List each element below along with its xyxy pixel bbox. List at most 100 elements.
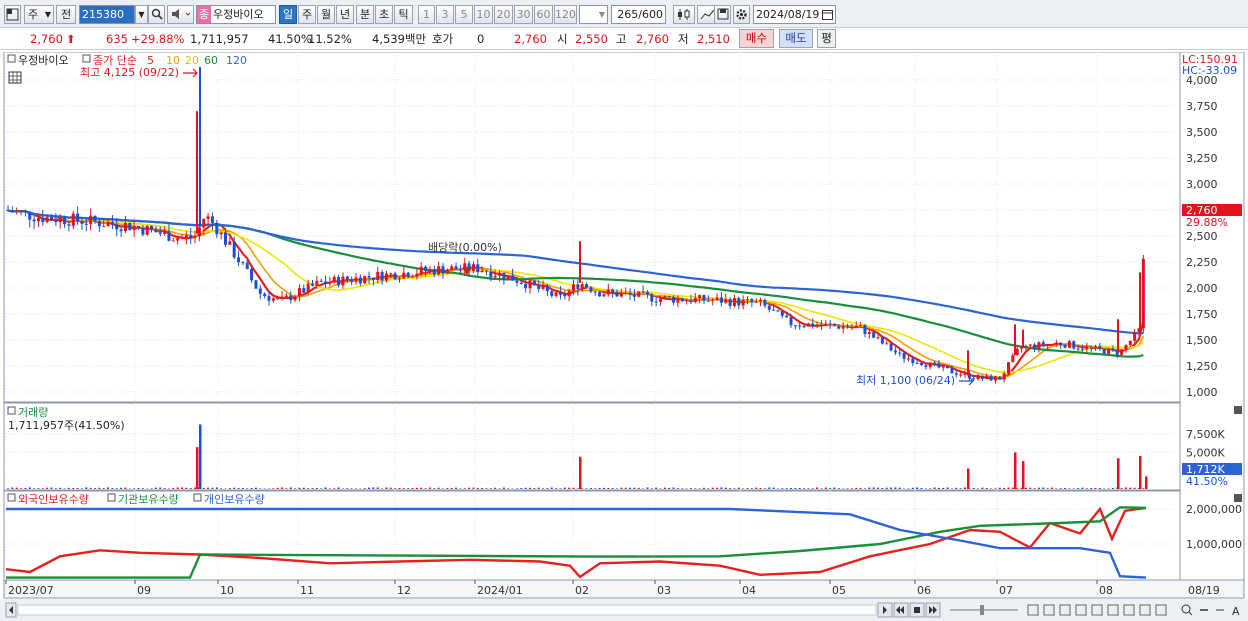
- volume-bar: [920, 487, 923, 489]
- chart-area[interactable]: 4,0003,7503,5003,2503,0002,7502,5002,250…: [0, 51, 1248, 621]
- interval-label: 3: [441, 8, 449, 21]
- candle-body: [228, 241, 232, 245]
- volume-bar: [1064, 487, 1067, 489]
- grid-toggle-icon[interactable]: [8, 71, 22, 84]
- chart-menu-icon[interactable]: [4, 5, 21, 24]
- candle-type-button[interactable]: [673, 5, 695, 24]
- prev-button[interactable]: 전: [56, 5, 76, 24]
- settings-button[interactable]: [733, 5, 750, 24]
- high-annotation: 최고 4,125 (09/22): [80, 66, 179, 79]
- candle-body: [289, 295, 293, 301]
- stock-name-field[interactable]: 종 우정바이오: [196, 5, 276, 24]
- candle-body: [811, 323, 815, 327]
- candle-body: [554, 292, 558, 296]
- volume-bar: [446, 488, 449, 489]
- candle-body: [254, 280, 258, 289]
- volume-bar: [877, 487, 879, 489]
- sell-button[interactable]: 매도: [779, 29, 813, 48]
- volume-panel[interactable]: [3, 402, 1181, 491]
- interval-label: 60: [536, 8, 551, 21]
- interval-120-button[interactable]: 120: [554, 5, 577, 24]
- x-tick-label: 11: [300, 584, 314, 597]
- volume-bar: [598, 487, 601, 489]
- price-panel[interactable]: [3, 51, 1181, 403]
- candle-body: [406, 272, 410, 278]
- period-week-button[interactable]: 주: [298, 5, 316, 24]
- period-tick-button[interactable]: 틱: [394, 5, 413, 24]
- period-year-button[interactable]: 년: [336, 5, 354, 24]
- interval-60-button[interactable]: 60: [534, 5, 553, 24]
- candle-body: [1085, 346, 1089, 350]
- panel-close-icon[interactable]: [1234, 494, 1242, 502]
- date-value: 2024/08/19: [756, 8, 820, 21]
- date-field[interactable]: 2024/08/19: [753, 5, 836, 24]
- interval-1-button[interactable]: 1: [418, 5, 435, 24]
- volume-bar: [833, 487, 836, 489]
- code-dropdown-button[interactable]: ▼: [135, 5, 148, 24]
- sound-button[interactable]: [167, 5, 194, 24]
- zoom-slider-thumb[interactable]: [980, 605, 984, 615]
- period-day-button[interactable]: 일: [279, 5, 297, 24]
- interval-3-button[interactable]: 3: [436, 5, 454, 24]
- candle-body: [563, 294, 567, 297]
- volume-bar: [1068, 488, 1071, 489]
- stock-code-input[interactable]: 215380: [79, 5, 135, 24]
- turnover-ratio: 11.52%: [308, 32, 352, 46]
- candle-body: [985, 376, 989, 379]
- holding-panel[interactable]: [3, 490, 1181, 581]
- volume-bar: [398, 487, 401, 489]
- save-button[interactable]: [714, 5, 731, 24]
- sell-label: 매도: [785, 31, 807, 45]
- buy-button[interactable]: 매수: [739, 29, 774, 48]
- interval-5-button[interactable]: 5: [455, 5, 473, 24]
- horizontal-scrollbar[interactable]: [17, 604, 877, 616]
- period-month-button[interactable]: 월: [317, 5, 335, 24]
- candle-body: [663, 296, 667, 299]
- volume-bar: [459, 488, 462, 489]
- volume-bar: [115, 488, 118, 489]
- interval-20-button[interactable]: 20: [494, 5, 513, 24]
- bar-count-field[interactable]: 265/600: [611, 5, 666, 24]
- candle-body: [193, 236, 197, 238]
- volume-bar: [681, 488, 684, 489]
- stock-chart[interactable]: 4,0003,7503,5003,2503,0002,7502,5002,250…: [0, 51, 1248, 621]
- candle-body: [167, 231, 171, 241]
- volume-bar: [998, 487, 1001, 489]
- candle-body: [1054, 342, 1058, 345]
- volume-bar: [1081, 487, 1084, 489]
- volume-spike-bar: [1014, 452, 1017, 489]
- market-select[interactable]: 주 ▼: [24, 5, 54, 24]
- candle-body: [415, 273, 419, 277]
- volume-bar: [207, 487, 210, 489]
- volume-tick-label: 7,500K: [1186, 428, 1225, 441]
- volume-bar: [1033, 488, 1036, 489]
- candle-body: [698, 295, 702, 299]
- candle-body: [224, 232, 227, 245]
- search-button[interactable]: [148, 5, 165, 24]
- interval-10-button[interactable]: 10: [474, 5, 493, 24]
- price-panel-title: 우정바이오: [18, 54, 69, 67]
- font-size-icon[interactable]: A: [1232, 605, 1240, 618]
- candle-body: [515, 280, 519, 283]
- panel-close-icon[interactable]: [1234, 406, 1242, 414]
- volume-bar: [89, 487, 92, 489]
- volume-bar: [972, 487, 975, 489]
- interval-custom-input[interactable]: ▼: [579, 5, 608, 24]
- volume-bar: [794, 487, 797, 489]
- candle-body: [676, 298, 680, 303]
- interval-30-button[interactable]: 30: [514, 5, 533, 24]
- interval-label: 5: [460, 8, 468, 21]
- volume-bar: [368, 487, 371, 489]
- volume-bar: [698, 488, 701, 489]
- candle-body: [528, 280, 532, 289]
- volume-bar: [1037, 487, 1040, 489]
- volume-bar: [746, 488, 749, 489]
- candle-body: [432, 269, 436, 275]
- evaluate-button[interactable]: 평: [817, 29, 836, 48]
- volume-bar: [1107, 488, 1110, 489]
- candle-body: [41, 218, 45, 223]
- candle-body: [315, 280, 319, 286]
- period-minute-button[interactable]: 분: [356, 5, 374, 24]
- period-second-button[interactable]: 초: [375, 5, 393, 24]
- ma-legend-60: 60: [204, 54, 218, 67]
